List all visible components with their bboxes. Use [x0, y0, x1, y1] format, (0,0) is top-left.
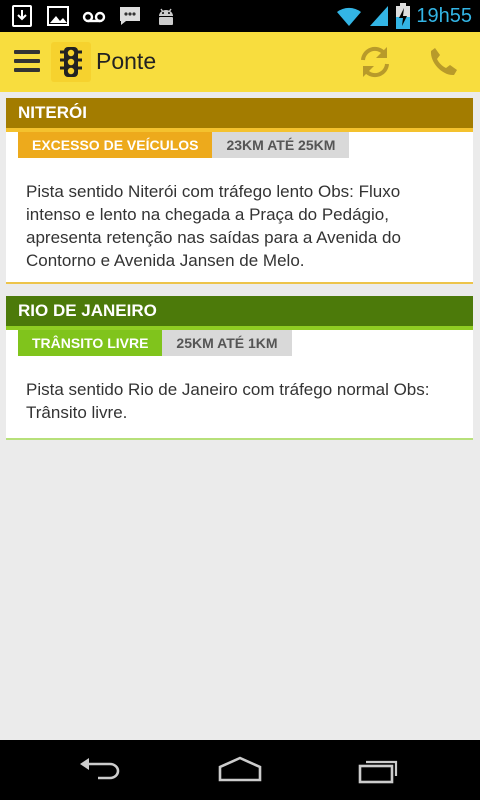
back-icon[interactable] — [76, 754, 124, 786]
download-icon — [12, 5, 32, 27]
image-icon — [47, 6, 69, 26]
traffic-light-icon[interactable] — [51, 42, 91, 82]
traffic-card-niteroi[interactable]: NITERÓI EXCESSO DE VEÍCULOS 23KM ATÉ 25K… — [6, 98, 473, 284]
recent-apps-icon[interactable] — [356, 754, 404, 786]
traffic-card-rio-de-janeiro[interactable]: RIO DE JANEIRO TRÂNSITO LIVRE 25KM ATÉ 1… — [6, 296, 473, 440]
clock: 19h55 — [416, 4, 472, 27]
signal-icon — [370, 6, 389, 26]
app-title: Ponte — [96, 48, 157, 74]
refresh-icon[interactable] — [358, 44, 392, 80]
km-badge: 25KM ATÉ 1KM — [162, 330, 292, 356]
card-bottom-line — [6, 438, 473, 440]
status-badge: EXCESSO DE VEÍCULOS — [18, 132, 213, 158]
status-bar: 19h55 — [0, 0, 480, 32]
status-badge: TRÂNSITO LIVRE — [18, 330, 163, 356]
action-bar: Ponte — [0, 32, 480, 92]
battery-charging-icon — [396, 3, 411, 29]
chat-icon — [120, 7, 140, 25]
km-badge: 23KM ATÉ 25KM — [212, 132, 350, 158]
phone-icon[interactable] — [428, 46, 460, 78]
card-bottom-line — [6, 282, 473, 284]
card-description: Pista sentido Niterói com tráfego lento … — [26, 182, 401, 270]
card-title: NITERÓI — [6, 98, 473, 128]
navigation-bar — [0, 740, 480, 800]
card-badges: EXCESSO DE VEÍCULOS 23KM ATÉ 25KM — [18, 132, 473, 158]
card-title: RIO DE JANEIRO — [6, 296, 473, 326]
menu-icon[interactable] — [14, 50, 40, 74]
wifi-icon — [337, 7, 362, 26]
android-icon — [159, 8, 173, 25]
home-icon[interactable] — [216, 754, 264, 786]
card-description: Pista sentido Rio de Janeiro com tráfego… — [26, 380, 430, 422]
voicemail-icon — [82, 11, 106, 23]
card-badges: TRÂNSITO LIVRE 25KM ATÉ 1KM — [18, 330, 473, 356]
